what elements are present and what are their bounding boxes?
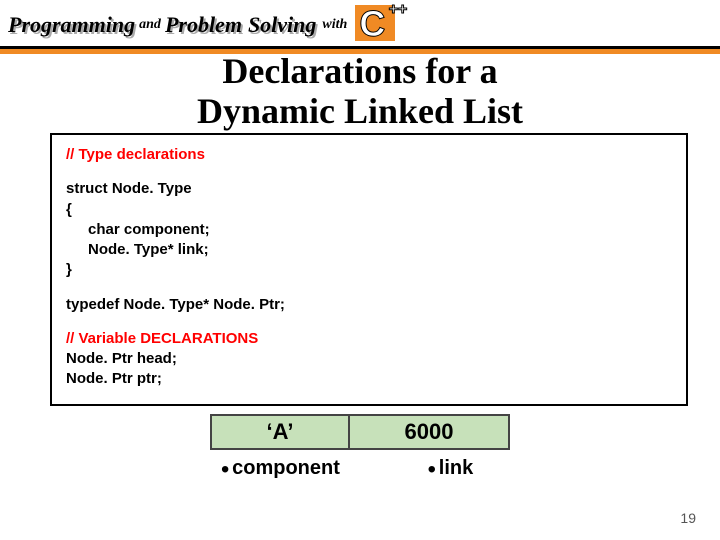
title-word-and: and (139, 17, 161, 33)
code-brace-open: { (66, 200, 672, 220)
title-word-problem: Problem (165, 12, 242, 38)
dot-icon: . (220, 452, 230, 466)
code-member-component: char component; (66, 220, 672, 240)
code-block: // Type declarations struct Node. Type {… (50, 133, 688, 406)
code-typedef: typedef Node. Type* Node. Ptr; (66, 295, 672, 315)
logo-plus-plus: ++ (389, 1, 408, 19)
slide-title-line2: Dynamic Linked List (0, 92, 720, 132)
book-title-bar: Programming and Problem Solving with C +… (0, 0, 720, 48)
label-component-text: component (232, 457, 340, 480)
title-word-programming: Programming (8, 12, 135, 38)
code-member-link: Node. Type* link; (66, 240, 672, 260)
node-cell-component: ‘A’ (210, 414, 350, 450)
label-component: . component (190, 454, 370, 480)
code-comment-type: // Type declarations (66, 145, 672, 165)
blank-line (66, 315, 672, 329)
code-var-ptr: Node. Ptr ptr; (66, 369, 672, 389)
cpp-logo: C ++ (355, 5, 395, 41)
dot-icon: . (427, 452, 437, 466)
label-link-text: link (439, 457, 473, 480)
node-labels: . component . link (0, 454, 720, 480)
node-diagram: ‘A’ 6000 (0, 414, 720, 450)
code-struct-open: struct Node. Type (66, 179, 672, 199)
title-word-solving: Solving (248, 12, 316, 38)
logo-letter-c: C (359, 3, 385, 45)
page-number: 19 (680, 510, 696, 526)
slide-title: Declarations for a Dynamic Linked List (0, 52, 720, 131)
label-link: . link (370, 454, 530, 480)
code-comment-vars: // Variable DECLARATIONS (66, 329, 672, 349)
title-word-with: with (322, 17, 347, 33)
code-brace-close: } (66, 260, 672, 280)
slide-title-line1: Declarations for a (0, 52, 720, 92)
blank-line (66, 165, 672, 179)
blank-line (66, 281, 672, 295)
code-var-head: Node. Ptr head; (66, 349, 672, 369)
